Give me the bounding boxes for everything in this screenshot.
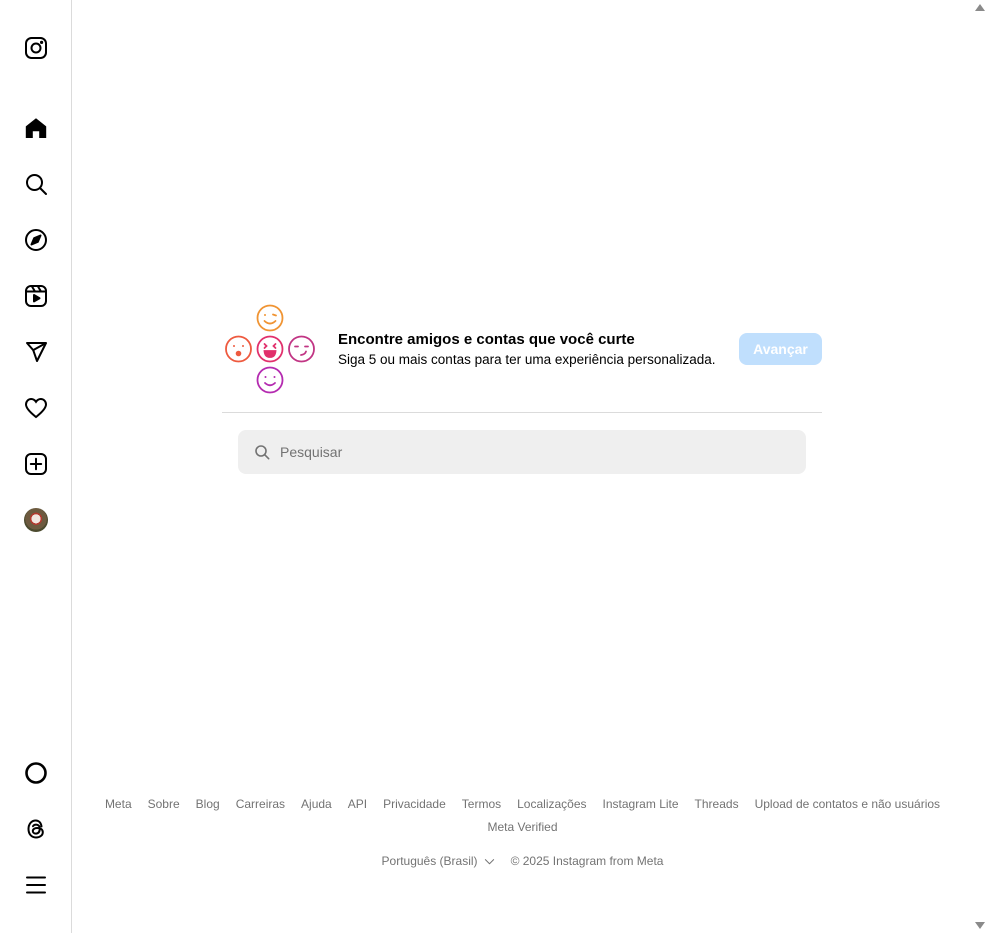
suggest-title: Encontre amigos e contas que você curte [338,331,635,348]
copyright: © 2025 Instagram from Meta [510,854,664,868]
footer-link-ajuda[interactable]: Ajuda [301,796,332,813]
footer-bottom: Português (Brasil) © 2025 Instagram from… [73,854,972,868]
footer-link-privacidade[interactable]: Privacidade [383,796,446,813]
scroll-down-arrow-icon[interactable] [975,922,985,929]
sidebar-nav [0,0,72,933]
footer-link-api[interactable]: API [348,796,367,813]
sidebar-item-profile[interactable] [12,496,60,544]
instagram-logo-icon [25,37,47,59]
footer-link-carreiras[interactable]: Carreiras [236,796,285,813]
footer-link-termos[interactable]: Termos [462,796,501,813]
reels-icon [25,285,47,307]
search-input[interactable] [278,443,806,461]
footer-link-meta-verified[interactable]: Meta Verified [487,819,557,836]
scroll-up-arrow-icon[interactable] [975,4,985,11]
next-button[interactable]: Avançar [739,333,822,365]
menu-icon [26,876,46,894]
avatar [24,508,48,532]
threads-icon [27,819,44,839]
create-icon [25,453,47,475]
meta-ai-icon [25,762,47,784]
sidebar-item-explore[interactable] [12,216,60,264]
home-icon [25,118,47,138]
footer-link-contact-upload[interactable]: Upload de contatos e não usuários [755,796,940,813]
sidebar-item-home[interactable] [12,104,60,152]
sidebar-item-threads[interactable] [12,805,60,853]
search-icon [26,174,47,195]
sidebar-item-meta-ai[interactable] [12,749,60,797]
language-label: Português (Brasil) [381,854,478,868]
sidebar-item-search[interactable] [12,160,60,208]
footer: Meta Sobre Blog Carreiras Ajuda API Priv… [73,796,972,868]
sidebar-item-notifications[interactable] [12,384,60,432]
sidebar-item-messages[interactable] [12,328,60,376]
search-box [238,430,806,474]
instagram-logo-link[interactable] [12,24,60,72]
footer-link-meta[interactable]: Meta [105,796,132,813]
explore-icon [25,229,47,251]
search-icon [254,444,270,460]
footer-link-localizacoes[interactable]: Localizações [517,796,586,813]
footer-links: Meta Sobre Blog Carreiras Ajuda API Priv… [73,796,972,836]
suggest-text: Encontre amigos e contas que você curte … [338,331,715,369]
scrollbar[interactable] [972,0,987,933]
footer-link-instagram-lite[interactable]: Instagram Lite [603,796,679,813]
friends-faces-icon [225,304,315,394]
language-selector[interactable]: Português (Brasil) [382,854,495,868]
suggest-subtitle: Siga 5 ou mais contas para ter uma exper… [338,352,716,367]
sidebar-item-create[interactable] [12,440,60,488]
suggested-accounts-header: Encontre amigos e contas que você curte … [222,300,822,413]
chevron-down-icon [484,858,494,864]
sidebar-item-reels[interactable] [12,272,60,320]
messages-icon [26,342,47,362]
footer-link-blog[interactable]: Blog [196,796,220,813]
footer-link-threads[interactable]: Threads [695,796,739,813]
footer-link-sobre[interactable]: Sobre [148,796,180,813]
notifications-icon [24,397,48,419]
sidebar-item-menu[interactable] [12,861,60,909]
